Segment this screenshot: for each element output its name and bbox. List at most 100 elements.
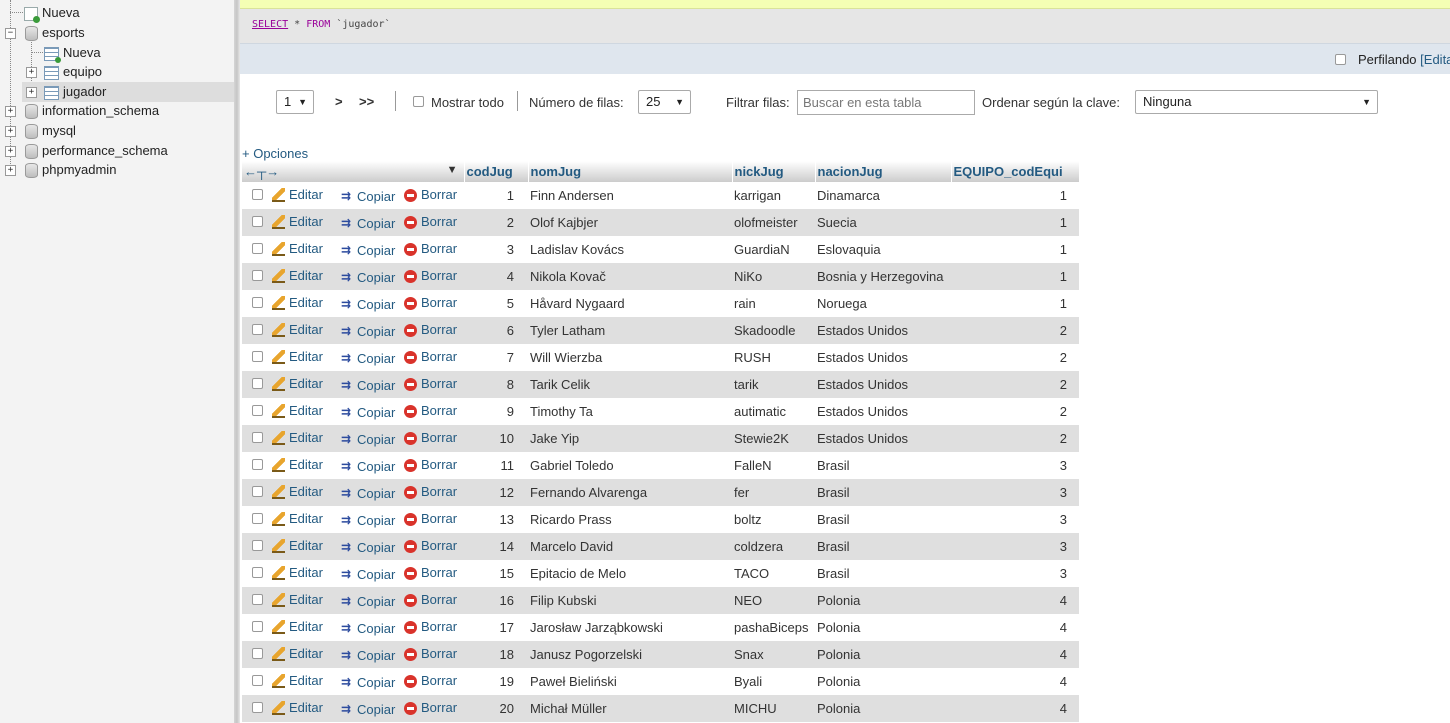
expand-icon[interactable]: + [5,146,16,157]
delete-row-button[interactable]: Borrar [404,214,457,229]
cell-nickjug[interactable]: tarik [732,371,815,398]
copy-row-button[interactable]: ⇉ Copiar [339,540,395,555]
copy-row-button[interactable]: ⇉ Copiar [339,594,395,609]
cell-nickjug[interactable]: olofmeister [732,209,815,236]
cell-nickjug[interactable]: TACO [732,560,815,587]
edit-row-button[interactable]: Editar [272,457,323,473]
row-checkbox[interactable] [251,567,263,578]
sort-by-key-select[interactable]: Ninguna ▼ [1135,90,1378,114]
delete-row-button[interactable]: Borrar [404,403,457,418]
profiling-checkbox[interactable] [1335,54,1346,65]
next-page-button[interactable]: > [335,94,343,109]
row-checkbox[interactable] [251,432,263,443]
options-link[interactable]: + Opciones [242,146,308,161]
nav-item-information-schema[interactable]: + information_schema [0,101,234,121]
rows-count-select[interactable]: 25 ▼ [638,90,691,114]
delete-row-button[interactable]: Borrar [404,700,457,715]
cell-nomjug[interactable]: Timothy Ta [528,398,732,425]
cell-nomjug[interactable]: Håvard Nygaard [528,290,732,317]
edit-row-button[interactable]: Editar [272,376,323,392]
cell-nickjug[interactable]: boltz [732,506,815,533]
edit-row-button[interactable]: Editar [272,403,323,419]
copy-row-button[interactable]: ⇉ Copiar [339,621,395,636]
cell-equipo-codequi[interactable]: 1 [951,290,1079,317]
cell-nacionjug[interactable]: Estados Unidos [815,344,951,371]
delete-row-button[interactable]: Borrar [404,646,457,661]
copy-row-button[interactable]: ⇉ Copiar [339,324,395,339]
cell-nickjug[interactable]: autimatic [732,398,815,425]
cell-nomjug[interactable]: Nikola Kovač [528,263,732,290]
cell-nickjug[interactable]: fer [732,479,815,506]
copy-row-button[interactable]: ⇉ Copiar [339,216,395,231]
nav-item-performance-schema[interactable]: + performance_schema [0,141,234,161]
cell-nomjug[interactable]: Ladislav Kovács [528,236,732,263]
edit-row-button[interactable]: Editar [272,673,323,689]
cell-nacionjug[interactable]: Dinamarca [815,182,951,209]
row-checkbox[interactable] [251,270,263,281]
cell-equipo-codequi[interactable]: 1 [951,182,1079,209]
cell-codjug[interactable]: 20 [464,695,528,722]
row-checkbox[interactable] [251,702,263,713]
delete-row-button[interactable]: Borrar [404,565,457,580]
cell-nomjug[interactable]: Michał Müller [528,695,732,722]
cell-codjug[interactable]: 4 [464,263,528,290]
collapse-icon[interactable]: − [5,28,16,39]
cell-nacionjug[interactable]: Estados Unidos [815,317,951,344]
last-page-button[interactable]: >> [359,94,374,109]
cell-nomjug[interactable]: Marcelo David [528,533,732,560]
cell-codjug[interactable]: 3 [464,236,528,263]
edit-row-button[interactable]: Editar [272,538,323,554]
copy-row-button[interactable]: ⇉ Copiar [339,189,395,204]
nav-item-mysql[interactable]: + mysql [0,121,234,141]
cell-nomjug[interactable]: Tyler Latham [528,317,732,344]
copy-row-button[interactable]: ⇉ Copiar [339,351,395,366]
row-checkbox[interactable] [251,405,263,416]
delete-row-button[interactable]: Borrar [404,322,457,337]
column-visibility-dropdown-icon[interactable]: ▼ [447,164,458,176]
delete-row-button[interactable]: Borrar [404,349,457,364]
cell-nickjug[interactable]: GuardiaN [732,236,815,263]
cell-equipo-codequi[interactable]: 3 [951,506,1079,533]
cell-equipo-codequi[interactable]: 4 [951,614,1079,641]
edit-inline-link[interactable]: [Edita [1420,52,1450,67]
column-arrows-icon[interactable]: ←┬→ [244,164,279,179]
delete-row-button[interactable]: Borrar [404,619,457,634]
delete-row-button[interactable]: Borrar [404,457,457,472]
copy-row-button[interactable]: ⇉ Copiar [339,675,395,690]
cell-codjug[interactable]: 13 [464,506,528,533]
cell-codjug[interactable]: 19 [464,668,528,695]
cell-equipo-codequi[interactable]: 3 [951,560,1079,587]
cell-nacionjug[interactable]: Brasil [815,479,951,506]
cell-codjug[interactable]: 6 [464,317,528,344]
nav-item-esports[interactable]: − esports [0,23,234,43]
copy-row-button[interactable]: ⇉ Copiar [339,486,395,501]
cell-codjug[interactable]: 16 [464,587,528,614]
cell-equipo-codequi[interactable]: 2 [951,371,1079,398]
copy-row-button[interactable]: ⇉ Copiar [339,270,395,285]
row-checkbox[interactable] [251,621,263,632]
cell-nickjug[interactable]: RUSH [732,344,815,371]
cell-nacionjug[interactable]: Polonia [815,641,951,668]
cell-nomjug[interactable]: Fernando Alvarenga [528,479,732,506]
delete-row-button[interactable]: Borrar [404,484,457,499]
cell-nacionjug[interactable]: Polonia [815,614,951,641]
copy-row-button[interactable]: ⇉ Copiar [339,297,395,312]
cell-nacionjug[interactable]: Polonia [815,587,951,614]
copy-row-button[interactable]: ⇉ Copiar [339,648,395,663]
cell-nacionjug[interactable]: Bosnia y Herzegovina [815,263,951,290]
cell-codjug[interactable]: 11 [464,452,528,479]
edit-row-button[interactable]: Editar [272,619,323,635]
cell-nickjug[interactable]: FalleN [732,452,815,479]
cell-nacionjug[interactable]: Polonia [815,695,951,722]
cell-nickjug[interactable]: pashaBiceps [732,614,815,641]
cell-nomjug[interactable]: Paweł Bieliński [528,668,732,695]
sql-keyword[interactable]: SELECT [252,19,288,30]
cell-nickjug[interactable]: coldzera [732,533,815,560]
copy-row-button[interactable]: ⇉ Copiar [339,702,395,717]
edit-row-button[interactable]: Editar [272,565,323,581]
cell-codjug[interactable]: 14 [464,533,528,560]
expand-icon[interactable]: + [5,106,16,117]
cell-nacionjug[interactable]: Brasil [815,560,951,587]
expand-icon[interactable]: + [26,87,37,98]
cell-equipo-codequi[interactable]: 4 [951,668,1079,695]
